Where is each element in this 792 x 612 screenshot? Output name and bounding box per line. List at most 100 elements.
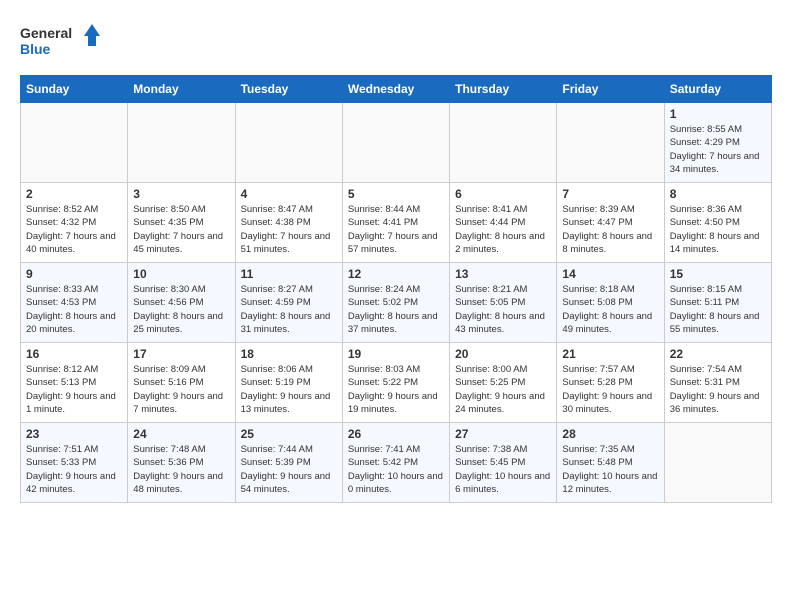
calendar-cell: 16Sunrise: 8:12 AM Sunset: 5:13 PM Dayli… — [21, 343, 128, 423]
calendar-cell: 9 Sunrise: 8:33 AM Sunset: 4:53 PM Daylig… — [21, 263, 128, 343]
day-info: Sunrise: 7:54 AM Sunset: 5:31 PM Dayligh… — [670, 363, 766, 416]
calendar-cell — [664, 423, 771, 503]
day-info: Sunrise: 8:52 AM Sunset: 4:32 PM Dayligh… — [26, 203, 122, 256]
day-info: Sunrise: 8:27 AM Sunset: 4:59 PM Dayligh… — [241, 283, 337, 336]
day-info: Sunrise: 8:21 AM Sunset: 5:05 PM Dayligh… — [455, 283, 551, 336]
calendar-cell: 2Sunrise: 8:52 AM Sunset: 4:32 PM Daylig… — [21, 183, 128, 263]
day-number: 26 — [348, 427, 444, 441]
calendar-header: SundayMondayTuesdayWednesdayThursdayFrid… — [21, 76, 772, 103]
day-number: 5 — [348, 187, 444, 201]
calendar-cell: 7 Sunrise: 8:39 AM Sunset: 4:47 PM Daylig… — [557, 183, 664, 263]
day-number: 28 — [562, 427, 658, 441]
day-number: 22 — [670, 347, 766, 361]
day-info: Sunrise: 8:41 AM Sunset: 4:44 PM Dayligh… — [455, 203, 551, 256]
day-info: Sunrise: 8:44 AM Sunset: 4:41 PM Dayligh… — [348, 203, 444, 256]
day-number: 27 — [455, 427, 551, 441]
calendar-cell — [21, 103, 128, 183]
calendar-cell: 18 Sunrise: 8:06 AM Sunset: 5:19 PM Dayli… — [235, 343, 342, 423]
calendar-cell: 21Sunrise: 7:57 AM Sunset: 5:28 PM Dayli… — [557, 343, 664, 423]
day-info: Sunrise: 8:00 AM Sunset: 5:25 PM Dayligh… — [455, 363, 551, 416]
calendar-cell: 11 Sunrise: 8:27 AM Sunset: 4:59 PM Dayli… — [235, 263, 342, 343]
calendar-cell: 10 Sunrise: 8:30 AM Sunset: 4:56 PM Dayli… — [128, 263, 235, 343]
calendar-cell: 22 Sunrise: 7:54 AM Sunset: 5:31 PM Dayli… — [664, 343, 771, 423]
day-info: Sunrise: 8:30 AM Sunset: 4:56 PM Dayligh… — [133, 283, 229, 336]
calendar-week-4: 16Sunrise: 8:12 AM Sunset: 5:13 PM Dayli… — [21, 343, 772, 423]
day-number: 7 — [562, 187, 658, 201]
calendar-cell — [450, 103, 557, 183]
day-info: Sunrise: 8:55 AM Sunset: 4:29 PM Dayligh… — [670, 123, 766, 176]
day-number: 10 — [133, 267, 229, 281]
day-number: 14 — [562, 267, 658, 281]
day-info: Sunrise: 8:50 AM Sunset: 4:35 PM Dayligh… — [133, 203, 229, 256]
day-info: Sunrise: 7:44 AM Sunset: 5:39 PM Dayligh… — [241, 443, 337, 496]
day-number: 13 — [455, 267, 551, 281]
calendar-cell: 4 Sunrise: 8:47 AM Sunset: 4:38 PM Daylig… — [235, 183, 342, 263]
calendar-week-2: 2Sunrise: 8:52 AM Sunset: 4:32 PM Daylig… — [21, 183, 772, 263]
day-info: Sunrise: 7:41 AM Sunset: 5:42 PM Dayligh… — [348, 443, 444, 496]
day-info: Sunrise: 7:35 AM Sunset: 5:48 PM Dayligh… — [562, 443, 658, 496]
weekday-header-wednesday: Wednesday — [342, 76, 449, 103]
calendar-cell: 8 Sunrise: 8:36 AM Sunset: 4:50 PM Daylig… — [664, 183, 771, 263]
day-number: 17 — [133, 347, 229, 361]
day-number: 9 — [26, 267, 122, 281]
calendar-cell: 17 Sunrise: 8:09 AM Sunset: 5:16 PM Dayli… — [128, 343, 235, 423]
calendar-week-1: 1 Sunrise: 8:55 AM Sunset: 4:29 PM Daylig… — [21, 103, 772, 183]
day-number: 11 — [241, 267, 337, 281]
day-number: 1 — [670, 107, 766, 121]
calendar-week-5: 23Sunrise: 7:51 AM Sunset: 5:33 PM Dayli… — [21, 423, 772, 503]
day-number: 20 — [455, 347, 551, 361]
logo-svg: General Blue — [20, 20, 100, 65]
day-number: 6 — [455, 187, 551, 201]
day-info: Sunrise: 7:38 AM Sunset: 5:45 PM Dayligh… — [455, 443, 551, 496]
day-number: 18 — [241, 347, 337, 361]
calendar-cell: 25 Sunrise: 7:44 AM Sunset: 5:39 PM Dayli… — [235, 423, 342, 503]
header-row: SundayMondayTuesdayWednesdayThursdayFrid… — [21, 76, 772, 103]
svg-text:General: General — [20, 25, 72, 41]
calendar-cell: 20 Sunrise: 8:00 AM Sunset: 5:25 PM Dayli… — [450, 343, 557, 423]
calendar-cell: 6 Sunrise: 8:41 AM Sunset: 4:44 PM Daylig… — [450, 183, 557, 263]
calendar-cell: 1 Sunrise: 8:55 AM Sunset: 4:29 PM Daylig… — [664, 103, 771, 183]
weekday-header-tuesday: Tuesday — [235, 76, 342, 103]
day-number: 24 — [133, 427, 229, 441]
day-info: Sunrise: 8:36 AM Sunset: 4:50 PM Dayligh… — [670, 203, 766, 256]
calendar-cell: 12 Sunrise: 8:24 AM Sunset: 5:02 PM Dayli… — [342, 263, 449, 343]
weekday-header-thursday: Thursday — [450, 76, 557, 103]
calendar-cell: 13 Sunrise: 8:21 AM Sunset: 5:05 PM Dayli… — [450, 263, 557, 343]
calendar-cell: 23Sunrise: 7:51 AM Sunset: 5:33 PM Dayli… — [21, 423, 128, 503]
calendar-cell: 27 Sunrise: 7:38 AM Sunset: 5:45 PM Dayli… — [450, 423, 557, 503]
day-number: 12 — [348, 267, 444, 281]
day-number: 25 — [241, 427, 337, 441]
day-info: Sunrise: 7:57 AM Sunset: 5:28 PM Dayligh… — [562, 363, 658, 416]
calendar-cell: 26 Sunrise: 7:41 AM Sunset: 5:42 PM Dayli… — [342, 423, 449, 503]
calendar-cell — [235, 103, 342, 183]
weekday-header-monday: Monday — [128, 76, 235, 103]
calendar-cell — [557, 103, 664, 183]
day-number: 19 — [348, 347, 444, 361]
calendar-cell — [128, 103, 235, 183]
weekday-header-sunday: Sunday — [21, 76, 128, 103]
day-info: Sunrise: 8:09 AM Sunset: 5:16 PM Dayligh… — [133, 363, 229, 416]
day-info: Sunrise: 8:06 AM Sunset: 5:19 PM Dayligh… — [241, 363, 337, 416]
day-info: Sunrise: 7:48 AM Sunset: 5:36 PM Dayligh… — [133, 443, 229, 496]
day-info: Sunrise: 7:51 AM Sunset: 5:33 PM Dayligh… — [26, 443, 122, 496]
day-info: Sunrise: 8:12 AM Sunset: 5:13 PM Dayligh… — [26, 363, 122, 416]
calendar-body: 1 Sunrise: 8:55 AM Sunset: 4:29 PM Daylig… — [21, 103, 772, 503]
calendar-cell: 15 Sunrise: 8:15 AM Sunset: 5:11 PM Dayli… — [664, 263, 771, 343]
day-info: Sunrise: 8:47 AM Sunset: 4:38 PM Dayligh… — [241, 203, 337, 256]
day-number: 15 — [670, 267, 766, 281]
day-number: 3 — [133, 187, 229, 201]
calendar-cell: 24 Sunrise: 7:48 AM Sunset: 5:36 PM Dayli… — [128, 423, 235, 503]
calendar-cell: 14Sunrise: 8:18 AM Sunset: 5:08 PM Dayli… — [557, 263, 664, 343]
calendar-week-3: 9 Sunrise: 8:33 AM Sunset: 4:53 PM Daylig… — [21, 263, 772, 343]
day-info: Sunrise: 8:03 AM Sunset: 5:22 PM Dayligh… — [348, 363, 444, 416]
calendar-cell: 5 Sunrise: 8:44 AM Sunset: 4:41 PM Daylig… — [342, 183, 449, 263]
calendar-cell: 28 Sunrise: 7:35 AM Sunset: 5:48 PM Dayli… — [557, 423, 664, 503]
day-info: Sunrise: 8:33 AM Sunset: 4:53 PM Dayligh… — [26, 283, 122, 336]
day-number: 4 — [241, 187, 337, 201]
weekday-header-friday: Friday — [557, 76, 664, 103]
day-number: 8 — [670, 187, 766, 201]
day-info: Sunrise: 8:15 AM Sunset: 5:11 PM Dayligh… — [670, 283, 766, 336]
day-info: Sunrise: 8:39 AM Sunset: 4:47 PM Dayligh… — [562, 203, 658, 256]
day-info: Sunrise: 8:24 AM Sunset: 5:02 PM Dayligh… — [348, 283, 444, 336]
weekday-header-saturday: Saturday — [664, 76, 771, 103]
